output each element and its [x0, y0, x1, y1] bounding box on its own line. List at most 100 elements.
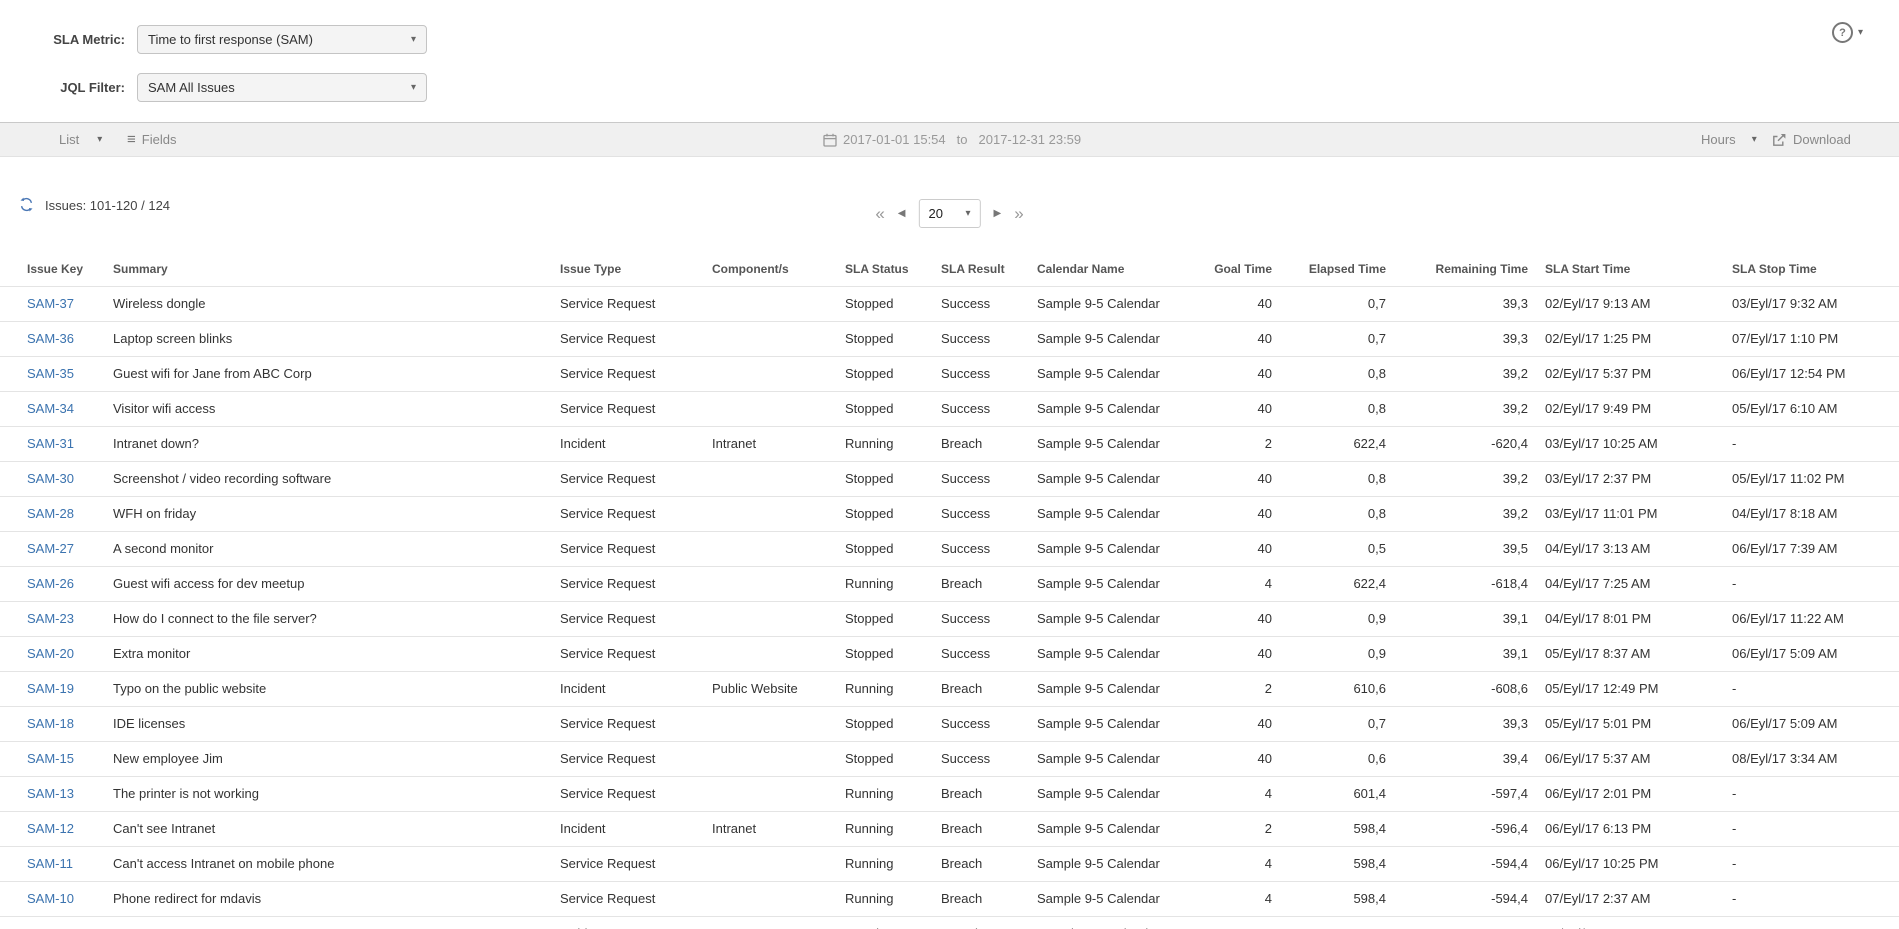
- cell-summary: New employee Jim: [113, 741, 560, 776]
- issue-key-link[interactable]: SAM-34: [27, 401, 74, 416]
- cell-key: SAM-9: [0, 916, 113, 929]
- cell-stop: 06/Eyl/17 12:54 PM: [1731, 356, 1899, 391]
- cell-start: 02/Eyl/17 1:25 PM: [1531, 321, 1731, 356]
- cell-status: Running: [845, 776, 941, 811]
- cell-goal: 4: [1190, 566, 1274, 601]
- issue-key-link[interactable]: SAM-26: [27, 576, 74, 591]
- cell-elapsed: 0,6: [1274, 741, 1398, 776]
- last-page-button[interactable]: »: [1014, 205, 1023, 222]
- issue-key-link[interactable]: SAM-18: [27, 716, 74, 731]
- column-header-elapsed-time[interactable]: Elapsed Time: [1274, 253, 1398, 286]
- fields-button[interactable]: ≡ Fields: [127, 123, 176, 156]
- next-page-button[interactable]: ▶: [994, 209, 1002, 219]
- cell-component: [712, 566, 845, 601]
- cell-elapsed: 622,4: [1274, 566, 1398, 601]
- cell-component: [712, 741, 845, 776]
- issue-key-link[interactable]: SAM-11: [27, 856, 73, 871]
- unit-dropdown[interactable]: Hours ▾: [1701, 123, 1757, 156]
- issue-key-link[interactable]: SAM-23: [27, 611, 74, 626]
- issue-key-link[interactable]: SAM-37: [27, 296, 74, 311]
- prev-page-button[interactable]: ◀: [898, 209, 906, 219]
- table-row: SAM-18IDE licensesService RequestStopped…: [0, 706, 1899, 741]
- refresh-button[interactable]: [19, 197, 34, 212]
- cell-elapsed: 598,4: [1274, 846, 1398, 881]
- cell-summary: Intranet down?: [113, 426, 560, 461]
- cell-key: SAM-35: [0, 356, 113, 391]
- issue-key-link[interactable]: SAM-10: [27, 891, 74, 906]
- cell-calendar: Sample 9-5 Calendar: [1037, 636, 1190, 671]
- cell-stop: -: [1731, 776, 1899, 811]
- column-header-calendar-name[interactable]: Calendar Name: [1037, 253, 1190, 286]
- column-header-remaining-time[interactable]: Remaining Time: [1398, 253, 1531, 286]
- cell-remaining: 39,1: [1398, 636, 1531, 671]
- page-size-select[interactable]: 20 ▾: [919, 199, 981, 228]
- issue-key-link[interactable]: SAM-30: [27, 471, 74, 486]
- column-header-issue-type[interactable]: Issue Type: [560, 253, 712, 286]
- sla-metric-select[interactable]: Time to first response (SAM) ▾: [137, 25, 427, 54]
- cell-type: Service Request: [560, 566, 712, 601]
- table-row: SAM-30Screenshot / video recording softw…: [0, 461, 1899, 496]
- cell-calendar: Sample 9-5 Calendar: [1037, 566, 1190, 601]
- column-header-sla-stop-time[interactable]: SLA Stop Time: [1731, 253, 1899, 286]
- help-button[interactable]: ? ▾: [1832, 22, 1863, 43]
- cell-result: Success: [941, 286, 1037, 321]
- cell-start: 06/Eyl/17 10:25 PM: [1531, 846, 1731, 881]
- sla-metric-value: Time to first response (SAM): [148, 32, 313, 47]
- cell-goal: 40: [1190, 636, 1274, 671]
- download-label: Download: [1793, 132, 1851, 147]
- cell-elapsed: 622,4: [1274, 426, 1398, 461]
- issue-key-link[interactable]: SAM-20: [27, 646, 74, 661]
- date-range-button[interactable]: 2017-01-01 15:54 to 2017-12-31 23:59: [823, 123, 1081, 156]
- issue-key-link[interactable]: SAM-13: [27, 786, 74, 801]
- cell-result: Breach: [941, 881, 1037, 916]
- cell-result: Success: [941, 391, 1037, 426]
- table-row: SAM-15New employee JimService RequestSto…: [0, 741, 1899, 776]
- cell-elapsed: 598,4: [1274, 881, 1398, 916]
- cell-type: Incident: [560, 811, 712, 846]
- download-button[interactable]: Download: [1772, 123, 1851, 156]
- first-page-button[interactable]: «: [875, 205, 884, 222]
- issue-key-link[interactable]: SAM-27: [27, 541, 74, 556]
- cell-calendar: Sample 9-5 Calendar: [1037, 706, 1190, 741]
- cell-summary: Typo on the public website: [113, 671, 560, 706]
- cell-type: Service Request: [560, 286, 712, 321]
- cell-remaining: -597,4: [1398, 776, 1531, 811]
- jql-filter-select[interactable]: SAM All Issues ▾: [137, 73, 427, 102]
- cell-type: Service Request: [560, 706, 712, 741]
- cell-goal: 40: [1190, 741, 1274, 776]
- cell-remaining: 39,2: [1398, 356, 1531, 391]
- column-header-sla-result[interactable]: SLA Result: [941, 253, 1037, 286]
- sla-report-table: Issue KeySummaryIssue TypeComponent/sSLA…: [0, 253, 1899, 929]
- cell-remaining: 39,2: [1398, 391, 1531, 426]
- issue-key-link[interactable]: SAM-36: [27, 331, 74, 346]
- cell-start: 03/Eyl/17 10:25 AM: [1531, 426, 1731, 461]
- cell-elapsed: 0,9: [1274, 601, 1398, 636]
- column-header-summary[interactable]: Summary: [113, 253, 560, 286]
- cell-goal: 40: [1190, 461, 1274, 496]
- column-header-goal-time[interactable]: Goal Time: [1190, 253, 1274, 286]
- issue-key-link[interactable]: SAM-35: [27, 366, 74, 381]
- column-header-component-s[interactable]: Component/s: [712, 253, 845, 286]
- issue-key-link[interactable]: SAM-31: [27, 436, 74, 451]
- cell-type: Incident: [560, 671, 712, 706]
- cell-status: Running: [845, 811, 941, 846]
- column-header-issue-key[interactable]: Issue Key: [0, 253, 113, 286]
- cell-remaining: 39,1: [1398, 601, 1531, 636]
- cell-key: SAM-23: [0, 601, 113, 636]
- issue-key-link[interactable]: SAM-28: [27, 506, 74, 521]
- column-header-sla-status[interactable]: SLA Status: [845, 253, 941, 286]
- cell-calendar: Sample 9-5 Calendar: [1037, 531, 1190, 566]
- issue-key-link[interactable]: SAM-12: [27, 821, 74, 836]
- cell-start: 03/Eyl/17 11:01 PM: [1531, 496, 1731, 531]
- table-row: SAM-12Can't see IntranetIncidentIntranet…: [0, 811, 1899, 846]
- view-mode-dropdown[interactable]: List ▾: [59, 123, 102, 156]
- cell-summary: Extra monitor: [113, 636, 560, 671]
- cell-calendar: Sample 9-5 Calendar: [1037, 426, 1190, 461]
- column-header-sla-start-time[interactable]: SLA Start Time: [1531, 253, 1731, 286]
- cell-component: [712, 881, 845, 916]
- cell-summary: A second monitor: [113, 531, 560, 566]
- sla-metric-label: SLA Metric:: [0, 25, 125, 54]
- issue-key-link[interactable]: SAM-15: [27, 751, 74, 766]
- issue-key-link[interactable]: SAM-19: [27, 681, 74, 696]
- cell-remaining: -608,6: [1398, 671, 1531, 706]
